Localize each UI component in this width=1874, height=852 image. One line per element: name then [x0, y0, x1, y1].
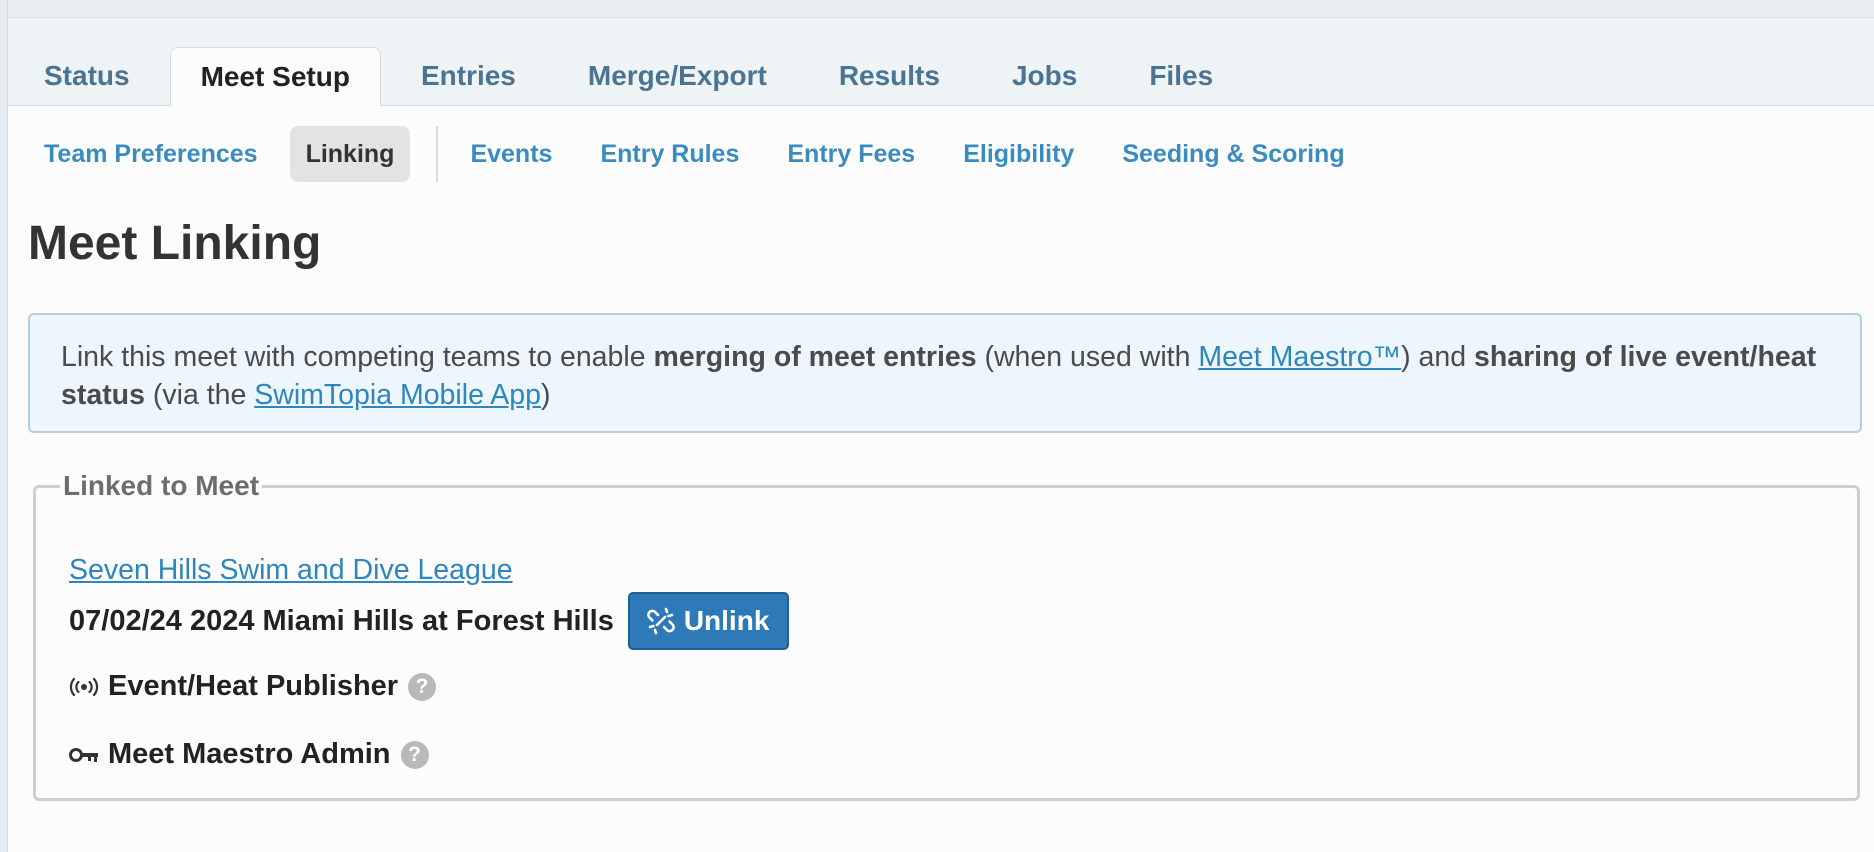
- tab-entries[interactable]: Entries: [385, 47, 552, 105]
- tab-files[interactable]: Files: [1113, 47, 1249, 105]
- info-text: (via the: [144, 379, 255, 411]
- broadcast-icon: [69, 675, 99, 699]
- primary-tabs: Status Meet Setup Entries Merge/Export R…: [8, 47, 1249, 106]
- subtab-events[interactable]: Events: [454, 126, 568, 182]
- help-icon[interactable]: ?: [400, 740, 429, 769]
- subtab-eligibility[interactable]: Eligibility: [947, 126, 1090, 182]
- subtab-entry-fees[interactable]: Entry Fees: [771, 126, 931, 182]
- left-edge: [0, 0, 8, 852]
- tab-merge-export[interactable]: Merge/Export: [552, 47, 803, 105]
- role-meet-maestro-admin: Meet Maestro Admin ?: [69, 738, 429, 771]
- subtab-team-preferences[interactable]: Team Preferences: [28, 126, 274, 182]
- page-title: Meet Linking: [28, 217, 322, 270]
- role-label: Meet Maestro Admin: [108, 738, 391, 770]
- linked-meet-panel: Linked to Meet Seven Hills Swim and Dive…: [33, 470, 1860, 801]
- top-bar: [0, 0, 1874, 18]
- info-text: Link this meet with competing teams to e…: [61, 341, 654, 373]
- subtab-entry-rules[interactable]: Entry Rules: [584, 126, 755, 182]
- info-text: ): [540, 379, 551, 411]
- broken-link-icon: [646, 607, 675, 635]
- tab-jobs[interactable]: Jobs: [976, 47, 1113, 105]
- tab-results[interactable]: Results: [803, 47, 976, 105]
- unlink-button[interactable]: Unlink: [627, 592, 790, 650]
- info-bold-merging: merging of meet entries: [653, 341, 977, 373]
- subtab-linking[interactable]: Linking: [289, 126, 411, 182]
- tab-status[interactable]: Status: [8, 47, 166, 105]
- linked-meet-legend: Linked to Meet: [63, 470, 260, 501]
- role-label: Event/Heat Publisher: [108, 670, 399, 702]
- key-icon: [69, 745, 99, 765]
- meet-maestro-link[interactable]: Meet Maestro™: [1198, 341, 1401, 373]
- sub-tabs: Team Preferences Linking Events Entry Ru…: [28, 126, 1377, 182]
- league-link[interactable]: Seven Hills Swim and Dive League: [69, 554, 513, 587]
- unlink-label: Unlink: [683, 605, 770, 636]
- linked-meet-name: 07/02/24 2024 Miami Hills at Forest Hill…: [69, 604, 614, 637]
- subtab-divider: [436, 126, 439, 182]
- tab-meet-setup[interactable]: Meet Setup: [169, 47, 381, 106]
- info-text: ) and: [1401, 341, 1474, 373]
- info-box: Link this meet with competing teams to e…: [28, 313, 1862, 433]
- subtab-seeding-scoring[interactable]: Seeding & Scoring: [1106, 126, 1360, 182]
- role-event-heat-publisher: Event/Heat Publisher ?: [69, 670, 437, 703]
- help-icon[interactable]: ?: [408, 672, 437, 701]
- info-text: (when used with: [976, 341, 1199, 373]
- swimtopia-app-link[interactable]: SwimTopia Mobile App: [254, 379, 541, 411]
- linked-meet-row: 07/02/24 2024 Miami Hills at Forest Hill…: [69, 592, 790, 650]
